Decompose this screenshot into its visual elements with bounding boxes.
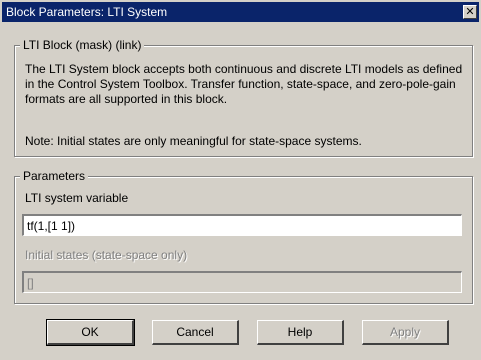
block-parameters-dialog: Block Parameters: LTI System ✕ LTI Block…	[0, 0, 481, 360]
lti-system-variable-input[interactable]	[22, 214, 462, 236]
mask-group-legend: LTI Block (mask) (link)	[20, 38, 145, 52]
initial-states-label: Initial states (state-space only)	[25, 248, 188, 262]
parameters-group: Parameters LTI system variable Initial s…	[14, 169, 473, 304]
window-title: Block Parameters: LTI System	[6, 5, 168, 19]
parameters-group-legend: Parameters	[20, 169, 89, 183]
ok-button[interactable]: OK	[46, 319, 135, 346]
apply-button[interactable]: Apply	[362, 320, 449, 345]
initial-states-input[interactable]	[22, 271, 462, 293]
help-button[interactable]: Help	[257, 320, 344, 345]
mask-note-text: Note: Initial states are only meaningful…	[25, 134, 362, 148]
lti-system-variable-label: LTI system variable	[25, 191, 129, 205]
mask-description-group: LTI Block (mask) (link) The LTI System b…	[14, 38, 473, 157]
mask-description-text: The LTI System block accepts both contin…	[25, 62, 463, 106]
close-icon[interactable]: ✕	[463, 5, 477, 19]
cancel-button[interactable]: Cancel	[152, 320, 239, 345]
title-bar[interactable]: Block Parameters: LTI System ✕	[2, 2, 479, 22]
